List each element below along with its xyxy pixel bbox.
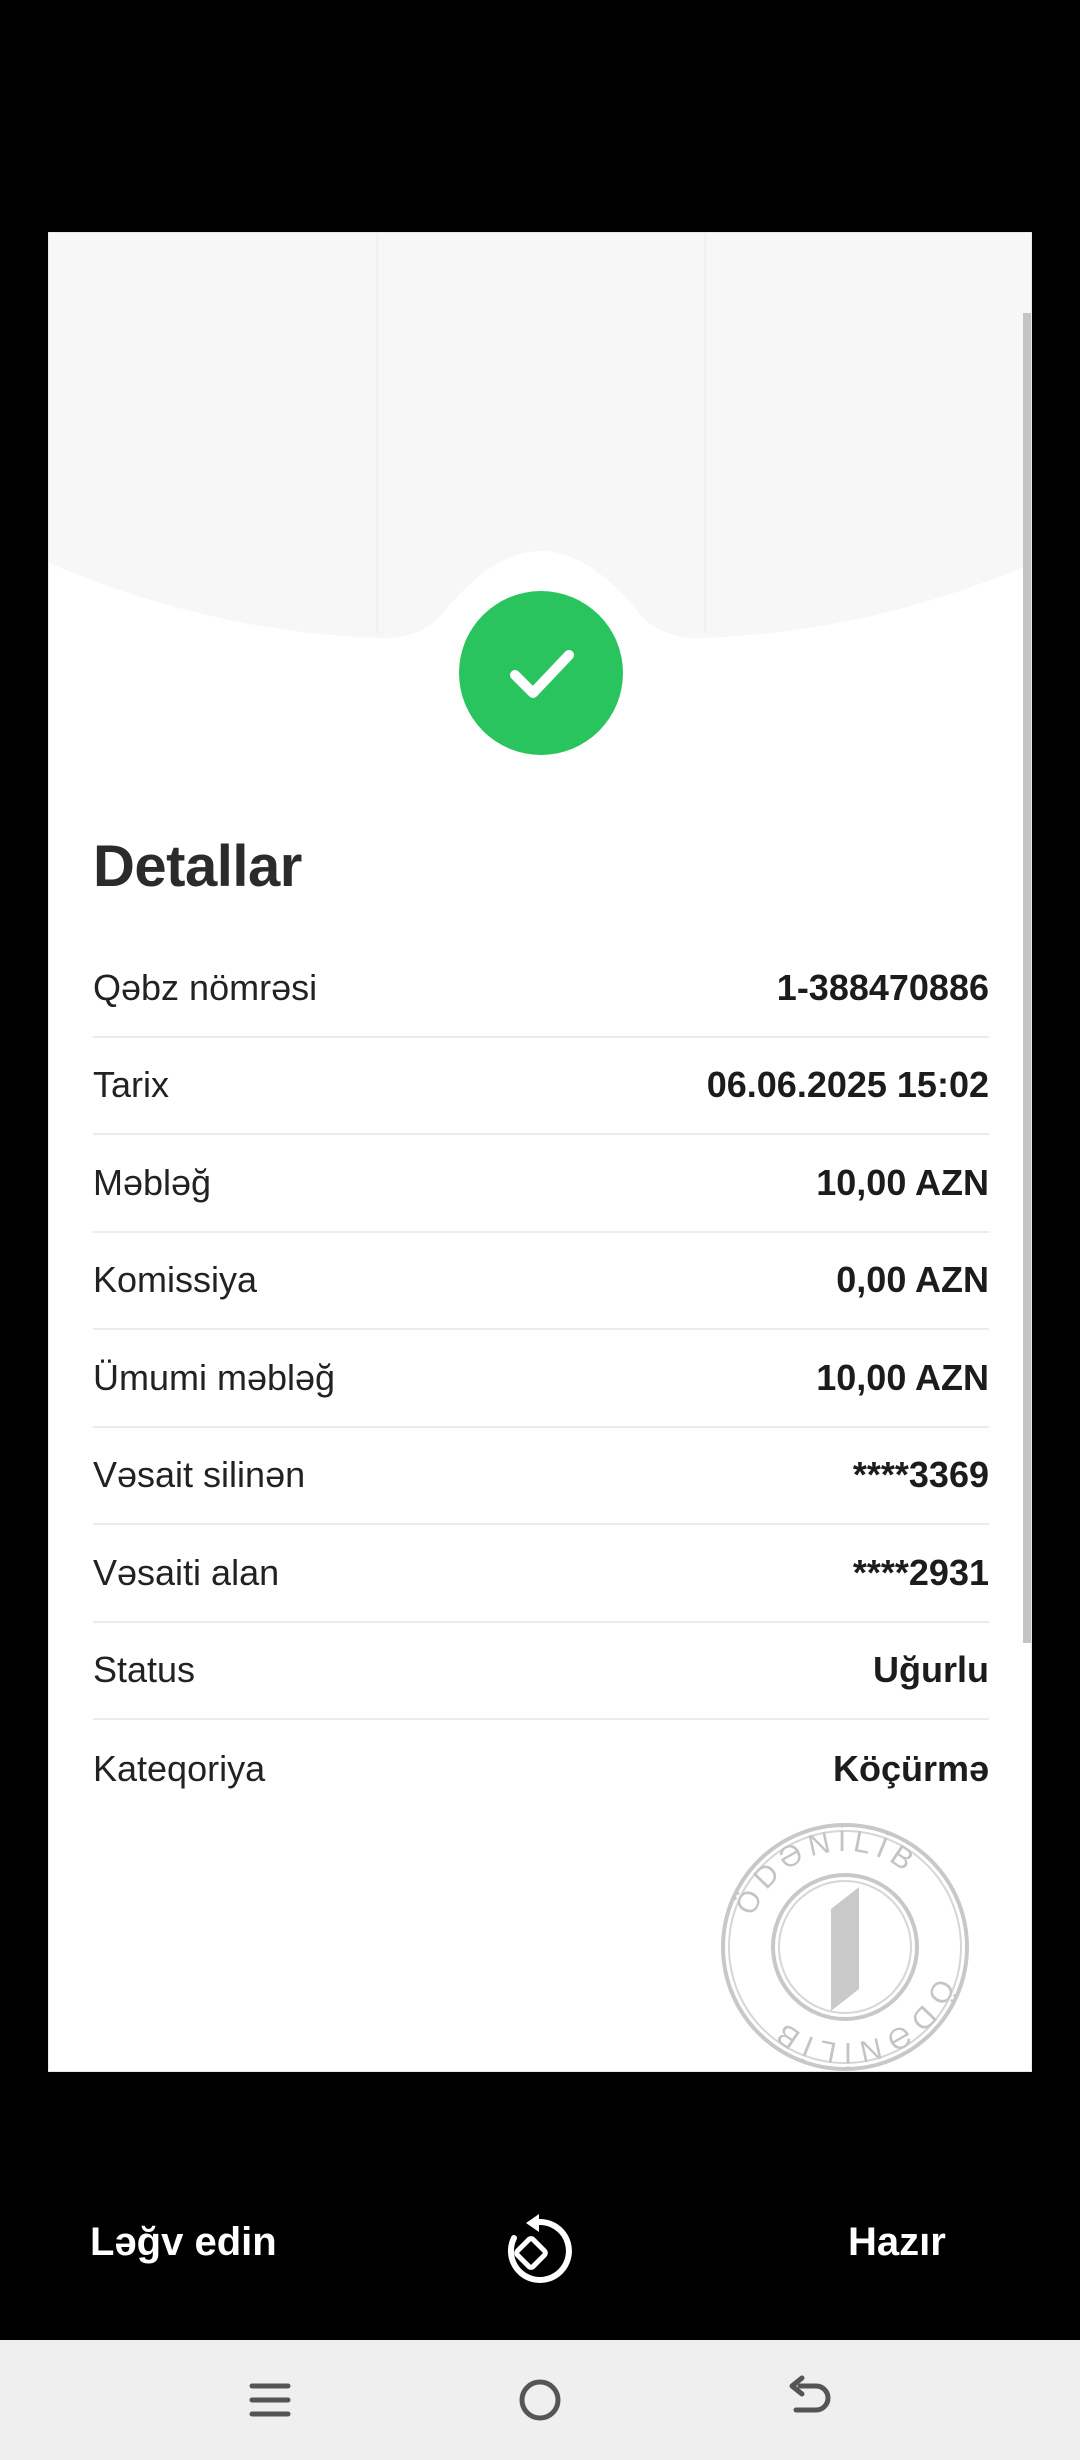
row-label: Komissiya (93, 1259, 258, 1301)
action-bar: Ləğv edin Hazır (0, 2160, 1080, 2340)
paid-stamp: ÖDƏNİLİB ÖDƏNİLİB (721, 1823, 969, 2071)
row-date: Tarix 06.06.2025 15:02 (93, 1038, 989, 1135)
home-icon[interactable] (508, 2368, 572, 2432)
success-badge (459, 591, 623, 755)
details-title: Detallar (93, 834, 302, 899)
row-value: 10,00 AZN (816, 1161, 989, 1203)
row-label: Vəsait silinən (93, 1454, 306, 1496)
row-label: Kateqoriya (93, 1747, 266, 1789)
row-label: Məbləğ (93, 1161, 212, 1203)
svg-text:ÖDƏNİLİB: ÖDƏNİLİB (729, 1825, 924, 1920)
scrollbar-thumb[interactable] (1023, 313, 1031, 1643)
row-status: Status Uğurlu (93, 1623, 989, 1720)
receipt-header-background (49, 233, 1031, 638)
row-label: Tarix (93, 1064, 170, 1106)
rotate-icon[interactable] (500, 2212, 578, 2290)
row-category: Kateqoriya Köçürmə (93, 1720, 989, 1818)
check-icon (510, 650, 574, 698)
row-value: ****3369 (852, 1454, 989, 1496)
menu-icon[interactable] (238, 2368, 302, 2432)
row-debited-account: Vəsait silinən ****3369 (93, 1428, 989, 1525)
row-value: Uğurlu (873, 1649, 989, 1691)
row-receipt-number: Qəbz nömrəsi 1-388470886 (93, 940, 989, 1038)
details-list: Qəbz nömrəsi 1-388470886 Tarix 06.06.202… (93, 940, 989, 1818)
receipt-card: Detallar Qəbz nömrəsi 1-388470886 Tarix … (48, 232, 1032, 2072)
row-label: Vəsaiti alan (93, 1551, 280, 1593)
cancel-button[interactable]: Ləğv edin (90, 2220, 277, 2265)
row-total-amount: Ümumi məbləğ 10,00 AZN (93, 1330, 989, 1428)
done-button[interactable]: Hazır (848, 2220, 946, 2265)
back-icon[interactable] (778, 2368, 842, 2432)
row-label: Ümumi məbləğ (93, 1356, 336, 1398)
row-commission: Komissiya 0,00 AZN (93, 1233, 989, 1330)
row-label: Status (93, 1649, 196, 1691)
row-value: ****2931 (852, 1551, 989, 1593)
row-value: Köçürmə (832, 1747, 989, 1789)
system-navigation-bar (0, 2340, 1080, 2460)
stamp-text: ÖDƏNİLİB (766, 1974, 955, 2069)
row-label: Qəbz nömrəsi (93, 966, 318, 1008)
stamp-text: ÖDƏNİLİB (729, 1825, 918, 1920)
row-amount: Məbləğ 10,00 AZN (93, 1135, 989, 1233)
stamp-logo-icon (831, 1887, 859, 2011)
row-value: 1-388470886 (776, 966, 989, 1008)
row-value: 0,00 AZN (836, 1259, 989, 1301)
row-recipient: Vəsaiti alan ****2931 (93, 1525, 989, 1623)
row-value: 06.06.2025 15:02 (706, 1064, 989, 1106)
row-value: 10,00 AZN (816, 1356, 989, 1398)
svg-text:ÖDƏNİLİB: ÖDƏNİLİB (766, 1974, 961, 2069)
